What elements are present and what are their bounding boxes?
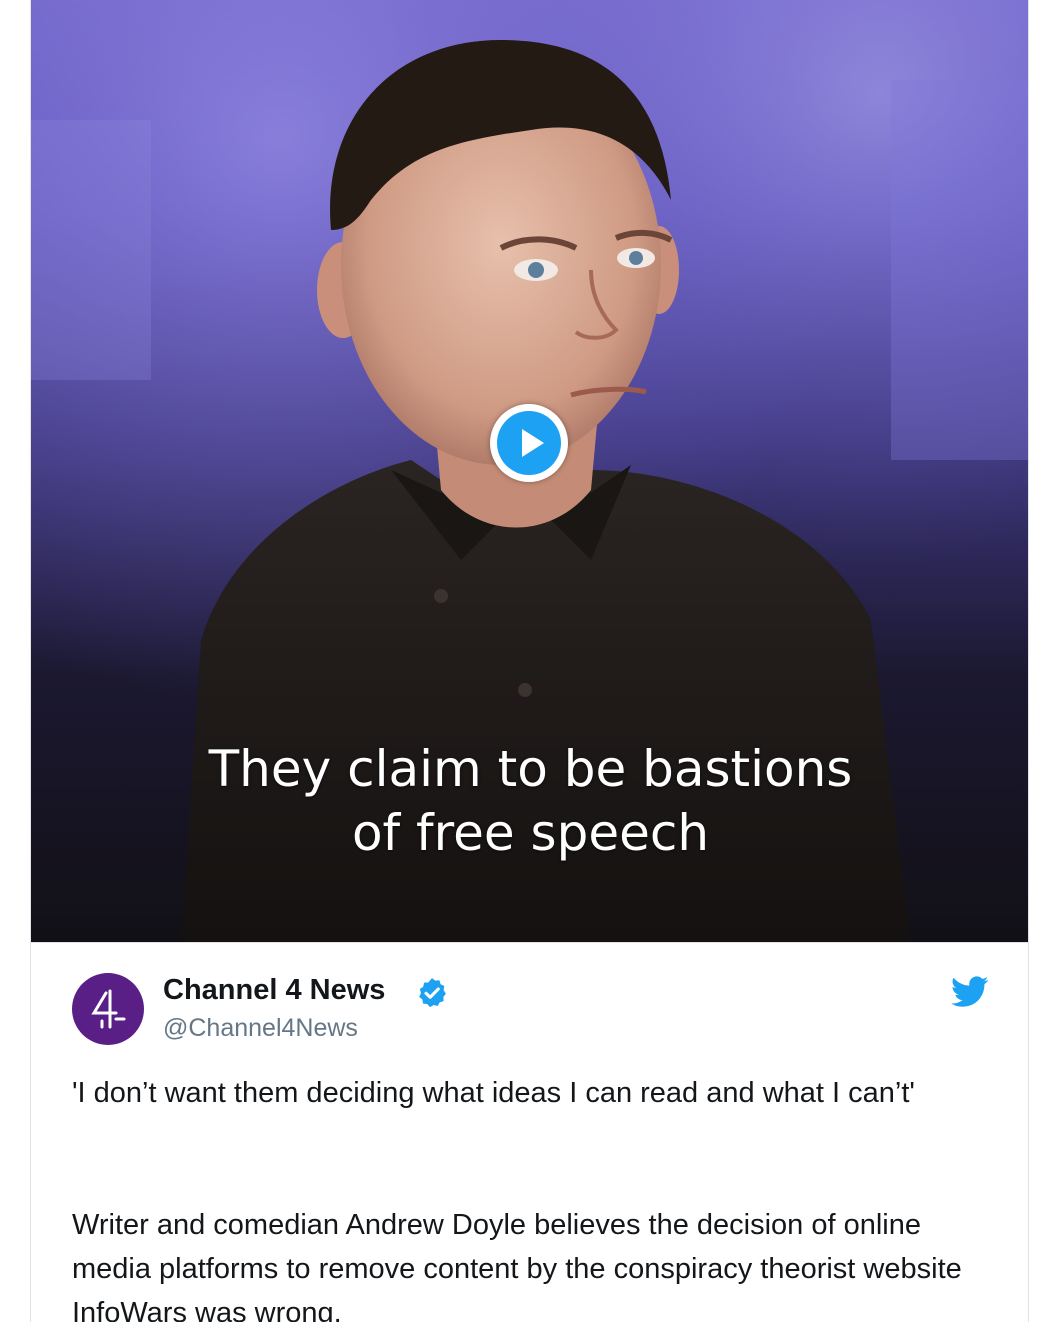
tweet-card: Channel 4 News @Channel4News 'I don’t wa… bbox=[31, 942, 1028, 1322]
video-caption-line-1: They claim to be bastions bbox=[208, 740, 853, 798]
tweet-embed: They claim to be bastions of free speech… bbox=[30, 0, 1029, 1322]
video-caption-line-2: of free speech bbox=[351, 804, 710, 862]
tweet-text-paragraph-1: 'I don’t want them deciding what ideas I… bbox=[72, 1077, 915, 1109]
author-name[interactable]: Channel 4 News bbox=[163, 973, 385, 1007]
play-button[interactable] bbox=[490, 404, 568, 482]
author-avatar[interactable] bbox=[72, 973, 144, 1045]
twitter-bird-icon[interactable] bbox=[951, 976, 989, 1008]
play-icon bbox=[522, 429, 544, 457]
video-player[interactable]: They claim to be bastions of free speech bbox=[31, 0, 1028, 942]
author-handle[interactable]: @Channel4News bbox=[163, 1012, 358, 1044]
channel-4-logo-icon bbox=[91, 989, 126, 1029]
verified-badge-icon bbox=[419, 978, 446, 1008]
tweet-text-paragraph-2: Writer and comedian Andrew Doyle believe… bbox=[72, 1209, 962, 1322]
